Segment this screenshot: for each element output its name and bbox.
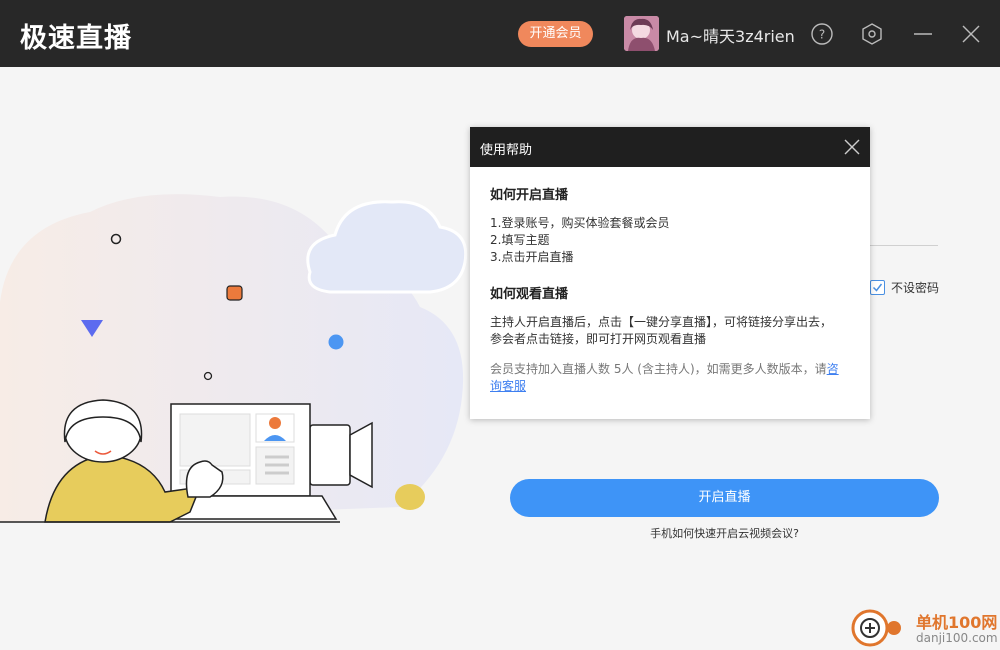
member-note: 会员支持加入直播人数 5人 (含主持人)，如需更多人数版本，请咨询客服 <box>490 361 850 395</box>
dialog-body: 如何开启直播 1.登录账号，购买体验套餐或会员 2.填写主题 3.点击开启直播 … <box>470 167 870 395</box>
settings-icon[interactable] <box>860 22 884 46</box>
watch-text-line2: 参会者点击链接，即可打开网页观看直播 <box>490 332 707 346</box>
minimize-icon[interactable] <box>911 22 935 46</box>
member-note-text: 会员支持加入直播人数 5人 (含主持人)，如需更多人数版本，请 <box>490 362 827 376</box>
help-icon[interactable]: ? <box>810 22 834 46</box>
phone-help-link[interactable]: 手机如何快速开启云视频会议? <box>510 525 939 541</box>
dialog-close-icon[interactable] <box>843 138 861 156</box>
theme-input-underline[interactable] <box>870 245 938 246</box>
no-password-checkbox[interactable] <box>870 280 885 295</box>
how-to-start-title: 如何开启直播 <box>490 188 569 203</box>
dialog-title: 使用帮助 <box>480 143 533 158</box>
avatar[interactable] <box>624 16 659 51</box>
contact-service-link-cont[interactable]: 询客服 <box>490 379 526 393</box>
watch-text-line1: 主持人开启直播后，点击【一键分享直播】，可将链接分享出去， <box>490 315 833 329</box>
step-item: 2.填写主题 <box>490 233 550 247</box>
watermark-url: danji100.com <box>916 631 998 645</box>
step-item: 3.点击开启直播 <box>490 250 574 264</box>
username[interactable]: Ma~晴天3z4rien <box>666 23 795 47</box>
watermark-text: 单机100网 <box>916 613 998 632</box>
start-live-button[interactable]: 开启直播 <box>510 479 939 517</box>
dialog-header: 使用帮助 <box>470 127 870 167</box>
svg-text:?: ? <box>819 28 825 42</box>
app-title: 极速直播 <box>20 23 132 54</box>
contact-service-link[interactable]: 咨 <box>827 362 839 376</box>
how-to-watch-title: 如何观看直播 <box>490 287 569 302</box>
title-bar: 极速直播 开通会员 Ma~晴天3z4rien ? <box>0 0 1000 67</box>
step-item: 1.登录账号，购买体验套餐或会员 <box>490 216 670 230</box>
vip-button[interactable]: 开通会员 <box>518 21 593 47</box>
close-icon[interactable] <box>959 22 983 46</box>
livestream-illustration <box>0 194 468 523</box>
no-password-label[interactable]: 不设密码 <box>891 279 939 296</box>
help-dialog: 使用帮助 如何开启直播 1.登录账号，购买体验套餐或会员 2.填写主题 3.点击… <box>470 127 870 419</box>
